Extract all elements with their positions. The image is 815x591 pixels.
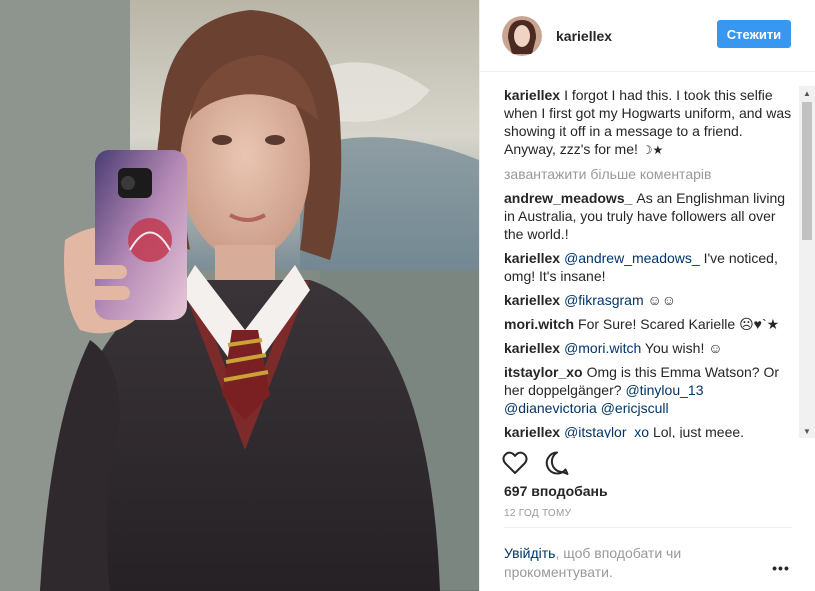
comment-username[interactable]: itstaylor_xo xyxy=(504,364,583,380)
caption-username[interactable]: kariellex xyxy=(504,87,560,103)
comment-username[interactable]: kariellex xyxy=(504,424,560,438)
post-actions xyxy=(502,448,794,478)
scrollbar-thumb[interactable] xyxy=(802,102,812,240)
caption: kariellex I forgot I had this. I took thi… xyxy=(504,86,796,159)
comment-item: itstaylor_xo Omg is this Emma Watson? Or … xyxy=(504,363,796,417)
likes-count[interactable]: 697 вподобань xyxy=(504,483,608,499)
comments-list[interactable]: kariellex I forgot I had this. I took thi… xyxy=(504,86,796,438)
caption-emoji: ☽★ xyxy=(641,143,664,157)
comments-scrollbar[interactable]: ▲ ▼ xyxy=(799,86,815,438)
divider xyxy=(504,527,792,528)
login-link[interactable]: Увійдіть xyxy=(504,545,555,561)
heart-outline-icon[interactable] xyxy=(502,449,530,477)
more-dots-icon[interactable]: ••• xyxy=(771,560,791,576)
comment-mention[interactable]: @fikrasgram xyxy=(564,292,644,308)
follow-button[interactable]: Стежити xyxy=(717,20,791,48)
post-header: kariellex Стежити xyxy=(480,0,815,72)
header-username[interactable]: kariellex xyxy=(556,28,612,44)
scroll-down-arrow-icon[interactable]: ▼ xyxy=(799,424,815,438)
comment-text: For Sure! Scared Karielle ☹♥`★ xyxy=(578,316,780,332)
comment-text: You wish! ☺ xyxy=(641,340,723,356)
comment-item: kariellex @fikrasgram ☺☺ xyxy=(504,291,796,309)
comment-username[interactable]: kariellex xyxy=(504,340,560,356)
comment-item: kariellex @mori.witch You wish! ☺ xyxy=(504,339,796,357)
comment-item: andrew_meadows_ As an Englishman living i… xyxy=(504,189,796,243)
comment-item: kariellex @andrew_meadows_ I've noticed, … xyxy=(504,249,796,285)
post-photo[interactable] xyxy=(0,0,479,591)
scroll-up-arrow-icon[interactable]: ▲ xyxy=(799,86,815,100)
login-prompt: Увійдіть, щоб вподобати чи прокоментуват… xyxy=(504,544,744,582)
post-timestamp[interactable]: 12 ГОД ТОМУ xyxy=(504,508,571,519)
comment-text: ☺☺ xyxy=(643,292,677,308)
comment-mention[interactable]: @mori.witch xyxy=(564,340,641,356)
post-details-panel: kariellex Стежити kariellex I forgot I ha… xyxy=(479,0,815,591)
comment-mention[interactable]: @tinylou_13 xyxy=(625,382,703,398)
avatar[interactable] xyxy=(502,15,542,56)
comment-mention[interactable]: @andrew_meadows_ xyxy=(564,250,700,266)
comment-bubble-icon[interactable] xyxy=(544,449,572,477)
comment-item: kariellex @itstaylor_xo Lol, just meee. xyxy=(504,423,796,438)
comment-item: mori.witch For Sure! Scared Karielle ☹♥`★ xyxy=(504,315,796,333)
comment-mention[interactable]: @ericjscull xyxy=(601,400,669,416)
selfie-image xyxy=(0,0,479,591)
comment-text: Lol, just meee. xyxy=(649,424,745,438)
comment-username[interactable]: andrew_meadows_ xyxy=(504,190,632,206)
comment-username[interactable]: kariellex xyxy=(504,292,560,308)
load-more-comments-link[interactable]: завантажити більше коментарів xyxy=(504,165,796,183)
comment-mention[interactable]: @dianevictoria xyxy=(504,400,597,416)
comment-username[interactable]: kariellex xyxy=(504,250,560,266)
comment-username[interactable]: mori.witch xyxy=(504,316,574,332)
comment-mention[interactable]: @itstaylor_xo xyxy=(564,424,649,438)
